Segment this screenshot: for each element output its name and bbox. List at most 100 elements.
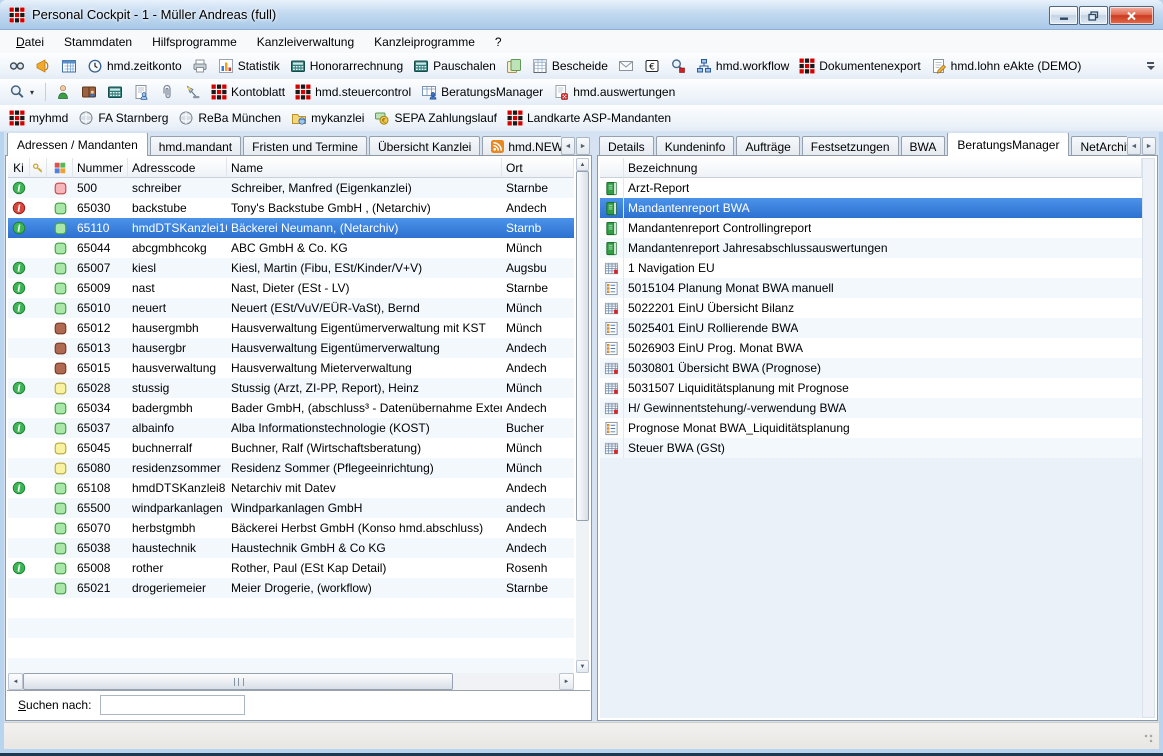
table-row[interactable]: 65044abcgmbhcokgABC GmbH & Co. KGMünch (8, 238, 574, 258)
tab-fristen-und-termine[interactable]: Fristen und Termine (243, 136, 367, 156)
tab-scroll-left-button[interactable]: ◄ (1127, 137, 1141, 155)
toolbar-button-hmd-workflow[interactable]: hmd.workflow (692, 56, 793, 76)
table-row[interactable]: 65080residenzsommerResidenz Sommer (Pfle… (8, 458, 574, 478)
list-item[interactable]: 5026903 EinU Prog. Monat BWA (600, 338, 1142, 358)
list-item[interactable]: 5025401 EinU Rollierende BWA (600, 318, 1142, 338)
table-row[interactable]: 65034badergmbhBader GmbH, (abschluss³ - … (8, 398, 574, 418)
table-row[interactable]: 65070herbstgmbhBäckerei Herbst GmbH (Kon… (8, 518, 574, 538)
menu-item-kanzleiprogramme[interactable]: Kanzleiprogramme (364, 32, 485, 52)
toolbar-button-magnifier[interactable]: ▾ (5, 82, 38, 102)
minimize-button[interactable] (1049, 6, 1078, 25)
toolbar-button-envelope[interactable] (614, 56, 638, 76)
table-row[interactable]: 65015hausverwaltungHausverwaltung Mieter… (8, 358, 574, 378)
table-row[interactable]: i65008rotherRother, Paul (ESt Kap Detail… (8, 558, 574, 578)
table-row[interactable]: 65013hausergbrHausverwaltung Eigentümerv… (8, 338, 574, 358)
table-row[interactable]: i65037albainfoAlba Informationstechnolog… (8, 418, 574, 438)
toolbar-button-calculator[interactable] (103, 82, 127, 102)
column-header-colors-grid[interactable] (47, 158, 73, 178)
menu-item-item[interactable]: ? (485, 32, 512, 52)
restore-button[interactable] (1079, 6, 1108, 25)
resize-grip[interactable] (1144, 734, 1156, 746)
tab-aufträge[interactable]: Aufträge (736, 136, 799, 156)
toolbar-button-landkarte-asp-mandanten[interactable]: Landkarte ASP-Mandanten (503, 108, 675, 128)
toolbar-button-binoculars[interactable] (5, 56, 29, 76)
table-row[interactable]: i65009nastNast, Dieter (ESt - LV)Starnbe (8, 278, 574, 298)
list-item[interactable]: 5030801 Übersicht BWA (Prognose) (600, 358, 1142, 378)
list-item[interactable]: Steuer BWA (GSt) (600, 438, 1142, 458)
tab-bwa[interactable]: BWA (901, 136, 946, 156)
vertical-scrollbar-thumb[interactable] (576, 171, 589, 521)
column-header-adresscode[interactable]: Adresscode (128, 158, 227, 178)
scroll-left-button[interactable]: ◄ (8, 673, 23, 690)
column-header-nummer[interactable]: Nummer (73, 158, 128, 178)
list-item[interactable]: 5022201 EinU Übersicht Bilanz (600, 298, 1142, 318)
toolbar-button-reba-münchen[interactable]: ReBa München (174, 108, 285, 128)
table-row[interactable]: 65500windparkanlagenWindparkanlagen GmbH… (8, 498, 574, 518)
toolbar-button-honorarrechnung[interactable]: Honorarrechnung (286, 56, 407, 76)
toolbar-button-hmd-lohn-eakte-demo[interactable]: hmd.lohn eAkte (DEMO) (927, 56, 1086, 76)
horizontal-scrollbar-thumb[interactable] (23, 673, 453, 690)
table-row[interactable]: 65012hausergmbhHausverwaltung Eigentümer… (8, 318, 574, 338)
toolbar-button-mykanzlei[interactable]: mykanzlei (287, 108, 368, 128)
toolbar-button-document-person[interactable] (129, 82, 153, 102)
table-row[interactable]: 65038haustechnikHaustechnik GmbH & Co KG… (8, 538, 574, 558)
toolbar-button-dokumentenexport[interactable]: Dokumentenexport (795, 56, 924, 76)
tab-kundeninfo[interactable]: Kundeninfo (656, 136, 735, 156)
toolbar-button-lamp[interactable] (181, 82, 205, 102)
toolbar-button-myhmd[interactable]: myhmd (5, 108, 72, 128)
tab-übersicht-kanzlei[interactable]: Übersicht Kanzlei (369, 136, 480, 156)
toolbar-button-beratungsmanager[interactable]: BeratungsManager (417, 82, 547, 102)
tab-beratungsmanager[interactable]: BeratungsManager (947, 133, 1069, 156)
list-item[interactable]: Mandantenreport BWA (600, 198, 1142, 218)
toolbar-overflow-button[interactable] (1143, 55, 1158, 77)
toolbar-button-sepa-zahlungslauf[interactable]: €SEPA Zahlungslauf (370, 108, 501, 128)
horizontal-scrollbar[interactable]: ◄ ► (8, 673, 574, 690)
tab-scroll-right-button[interactable]: ► (1142, 137, 1156, 155)
table-row[interactable]: i65110hmdDTSKanzlei10Bäckerei Neumann, (… (8, 218, 574, 238)
toolbar-button-statistik[interactable]: Statistik (214, 56, 284, 76)
tab-hmd-news[interactable]: hmd.NEWS (482, 136, 561, 156)
vertical-scrollbar[interactable]: ▲ ▼ (576, 158, 589, 673)
list-item[interactable]: Arzt-Report (600, 178, 1142, 198)
list-item[interactable]: Prognose Monat BWA_Liquiditätsplanung (600, 418, 1142, 438)
scroll-right-button[interactable]: ► (559, 673, 574, 690)
tab-scroll-left-button[interactable]: ◄ (561, 137, 575, 155)
column-header-name[interactable]: Name (227, 158, 502, 178)
scroll-up-button[interactable]: ▲ (576, 158, 589, 171)
menu-item-hilfsprogramme[interactable]: Hilfsprogramme (142, 32, 247, 52)
list-item[interactable]: 5015104 Planung Monat BWA manuell (600, 278, 1142, 298)
toolbar-button-printer[interactable] (188, 56, 212, 76)
column-header-key[interactable] (30, 158, 47, 178)
list-item[interactable]: 5031507 Liquiditätsplanung mit Prognose (600, 378, 1142, 398)
table-row[interactable]: i65028stussigStussig (Arzt, ZI-PP, Repor… (8, 378, 574, 398)
menu-item-stammdaten[interactable]: Stammdaten (54, 32, 142, 52)
table-row[interactable]: 65045buchnerralfBuchner, Ralf (Wirtschaf… (8, 438, 574, 458)
table-row[interactable]: 65021drogeriemeierMeier Drogerie, (workf… (8, 578, 574, 598)
toolbar-button-horn[interactable] (31, 56, 55, 76)
table-row[interactable]: i65010neuertNeuert (ESt/VuV/EÜR-VaSt), B… (8, 298, 574, 318)
menu-item-datei[interactable]: Datei (6, 32, 54, 52)
list-item[interactable]: Mandantenreport Jahresabschlussauswertun… (600, 238, 1142, 258)
toolbar-button-paperclip[interactable] (155, 82, 179, 102)
column-header-ki[interactable]: Ki (8, 158, 30, 178)
toolbar-button-euro[interactable]: € (640, 56, 664, 76)
search-input[interactable] (100, 695, 245, 715)
table-row[interactable]: i500schreiberSchreiber, Manfred (Eigenka… (8, 178, 574, 198)
tab-details[interactable]: Details (599, 136, 654, 156)
tab-adressen-mandanten[interactable]: Adressen / Mandanten (7, 133, 148, 156)
list-item[interactable]: Mandantenreport Controllingreport (600, 218, 1142, 238)
close-button[interactable] (1109, 6, 1154, 25)
table-row[interactable]: i65108hmdDTSKanzlei8Netarchiv mit DatevA… (8, 478, 574, 498)
tab-netarchiv[interactable]: NetArchiv (1071, 136, 1127, 156)
menu-item-kanzleiverwaltung[interactable]: Kanzleiverwaltung (247, 32, 364, 52)
vertical-scrollbar-track[interactable] (1142, 158, 1155, 718)
toolbar-button-hmd-steuercontrol[interactable]: hmd.steuercontrol (291, 82, 415, 102)
table-row[interactable]: i65030backstubeTony's Backstube GmbH , (… (8, 198, 574, 218)
toolbar-button-kontoblatt[interactable]: Kontoblatt (207, 82, 289, 102)
toolbar-button-hmd-auswertungen[interactable]: hmd.auswertungen (549, 82, 679, 102)
titlebar[interactable]: Personal Cockpit - 1 - Müller Andreas (f… (0, 0, 1163, 30)
column-header-ort[interactable]: Ort (502, 158, 574, 178)
tab-festsetzungen[interactable]: Festsetzungen (802, 136, 899, 156)
toolbar-button-hmd-zeitkonto[interactable]: hmd.zeitkonto (83, 56, 186, 76)
table-row[interactable]: i65007kieslKiesl, Martin (Fibu, ESt/Kind… (8, 258, 574, 278)
